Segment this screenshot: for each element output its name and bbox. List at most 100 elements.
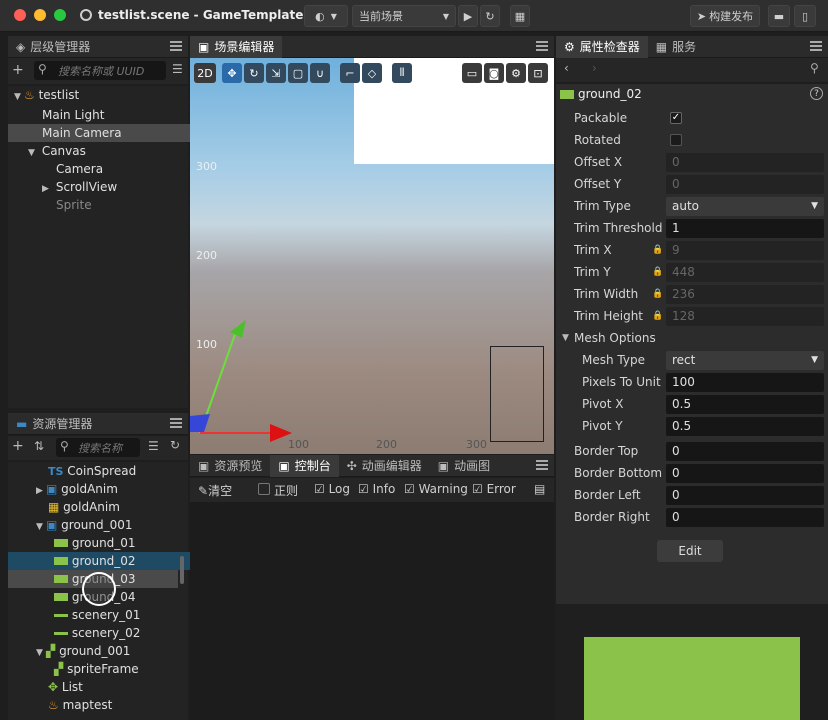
tree-node-main-camera[interactable]: Main Camera [8,124,196,142]
tree-node-canvas[interactable]: ▼ Canvas [8,142,196,160]
border-left-input[interactable]: 0 [666,485,824,505]
snap-tool-icon[interactable]: ◇ [362,63,382,83]
rotated-checkbox[interactable] [670,134,682,146]
mode-2d-button[interactable]: 2D [194,63,216,83]
hierarchy-menu-icon[interactable] [170,41,182,51]
tab-services[interactable]: ▦ 服务 [648,36,704,58]
sort-icon[interactable]: ☰ [172,62,183,76]
anchor-tool-icon[interactable]: ⌐ [340,63,360,83]
error-filter[interactable]: ☑ Error [472,482,516,496]
console-menu-icon[interactable] [536,460,548,470]
lock-icon[interactable]: 🔒 [652,311,663,321]
pivot-x-input[interactable]: 0.5 [666,394,824,414]
asset-coinspread[interactable]: TS CoinSpread [8,462,196,480]
asset-ground-01[interactable]: ground_01 [8,534,196,552]
asset-ground-02[interactable]: ground_02 [8,552,196,570]
asset-list[interactable]: ✥ List [8,678,196,696]
align-tool-icon[interactable]: ⫴ [392,63,412,83]
play-button[interactable]: ▶ [458,5,478,27]
sort-icon[interactable]: ⇅ [34,439,44,453]
build-button[interactable]: ➤ 构建发布 [690,5,760,27]
tab-animation-editor[interactable]: ✣ 动画编辑器 [339,455,430,477]
image-settings-icon[interactable]: ⊡ [528,63,548,83]
tree-node-scrollview[interactable]: ▶ ScrollView [8,178,196,196]
scene-select-dropdown[interactable]: 当前场景 ▼ [352,5,456,27]
doc-icon[interactable]: ▤ [534,482,545,496]
scale-tool-icon[interactable]: ⇲ [266,63,286,83]
mesh-type-select[interactable]: rect ▼ [666,350,824,370]
regex-checkbox[interactable] [258,483,270,495]
asset-ground-001-b[interactable]: ▼ ▞ ground_001 [8,642,196,660]
magnet-tool-icon[interactable]: ∪ [310,63,330,83]
tree-node-testlist[interactable]: ▼ ♨ testlist [8,86,196,104]
rect-tool-icon[interactable]: ▢ [288,63,308,83]
pixels-to-unit-input[interactable]: 100 [666,372,824,392]
scene-viewport[interactable]: 300 200 100 100 200 300 [190,58,554,454]
asset-spriteframe[interactable]: ▞ spriteFrame [8,660,196,678]
info-filter[interactable]: ☑ Info [358,482,395,496]
tab-animation-graph[interactable]: ▣ 动画图 [430,455,498,477]
y-arrow-icon[interactable] [230,320,246,338]
border-bottom-input[interactable]: 0 [666,463,824,483]
log-filter[interactable]: ☑ Log [314,482,350,496]
tab-asset-preview[interactable]: ▣ 资源预览 [190,455,270,477]
tab-console[interactable]: ▣ 控制台 [270,454,339,477]
asset-scenery-01[interactable]: scenery_01 [8,606,196,624]
asset-goldanim-1[interactable]: ▶ ▣ goldAnim [8,480,196,498]
camera-icon[interactable]: ◙ [484,63,504,83]
inspector-menu-icon[interactable] [810,41,822,51]
lock-icon[interactable]: 🔒 [652,245,663,255]
minimize-window-button[interactable] [34,9,46,21]
hierarchy-search-input[interactable]: ⚲ 搜索名称或 UUID [34,61,166,80]
border-right-input[interactable]: 0 [666,507,824,527]
folder-button[interactable]: ▬ [768,5,790,27]
gear-icon[interactable]: ⚙ [506,63,526,83]
trim-type-select[interactable]: auto ▼ [666,196,824,216]
trim-threshold-input[interactable]: 1 [666,218,824,238]
pin-icon[interactable]: ⚲ [810,61,819,75]
packable-checkbox[interactable]: ✓ [670,112,682,124]
back-icon[interactable]: ‹ [564,61,569,75]
clear-button[interactable]: ✎清空 [198,482,232,499]
tab-assets[interactable]: ▬ 资源管理器 [8,413,100,435]
asset-goldanim-2[interactable]: ▦ goldAnim [8,498,196,516]
tab-hierarchy[interactable]: ◈ 层级管理器 [8,36,98,58]
warning-filter[interactable]: ☑ Warning [404,482,468,496]
assets-search-input[interactable]: ⚲ 搜索名称 [56,438,140,457]
gizmo-visibility-icon[interactable]: ▭ [462,63,482,83]
lock-icon[interactable]: 🔒 [652,289,663,299]
move-tool-icon[interactable]: ✥ [222,63,242,83]
help-icon[interactable]: ? [810,87,823,100]
tree-node-sprite[interactable]: Sprite [8,196,196,214]
mobile-preview-button[interactable]: ▯ [794,5,816,27]
scrollbar[interactable] [180,556,184,584]
lock-icon[interactable]: 🔒 [652,267,663,277]
pivot-y-input[interactable]: 0.5 [666,416,824,436]
rotate-tool-icon[interactable]: ↻ [244,63,264,83]
tab-inspector[interactable]: ⚙ 属性检查器 [556,35,648,58]
transform-gizmo[interactable] [190,308,310,448]
tab-scene-editor[interactable]: ▣ 场景编辑器 [190,35,283,58]
maximize-window-button[interactable] [54,9,66,21]
grid-button[interactable]: ▦ [510,5,530,27]
tree-node-main-light[interactable]: Main Light [8,106,196,124]
x-arrow-icon[interactable] [270,424,292,442]
scene-mode-dropdown[interactable]: ◐ ▼ [304,5,348,27]
assets-menu-icon[interactable] [170,418,182,428]
mesh-options-row[interactable]: ▼ Mesh Options [556,327,828,349]
scene-menu-icon[interactable] [536,41,548,51]
add-node-icon[interactable]: + [12,62,24,78]
forward-icon[interactable]: › [592,61,597,75]
tree-node-camera[interactable]: Camera [8,160,196,178]
asset-ground-001[interactable]: ▼ ▣ ground_001 [8,516,196,534]
border-top-input[interactable]: 0 [666,441,824,461]
close-window-button[interactable] [14,9,26,21]
asset-maptest[interactable]: ♨ maptest [8,696,196,714]
refresh-button[interactable]: ↻ [480,5,500,27]
edit-button[interactable]: Edit [657,540,723,562]
refresh-icon[interactable]: ↻ [170,438,180,452]
add-asset-icon[interactable]: + [12,438,24,454]
list-icon[interactable]: ☰ [148,439,159,453]
asset-scenery-02[interactable]: scenery_02 [8,624,196,642]
z-handle-icon[interactable] [190,414,210,432]
